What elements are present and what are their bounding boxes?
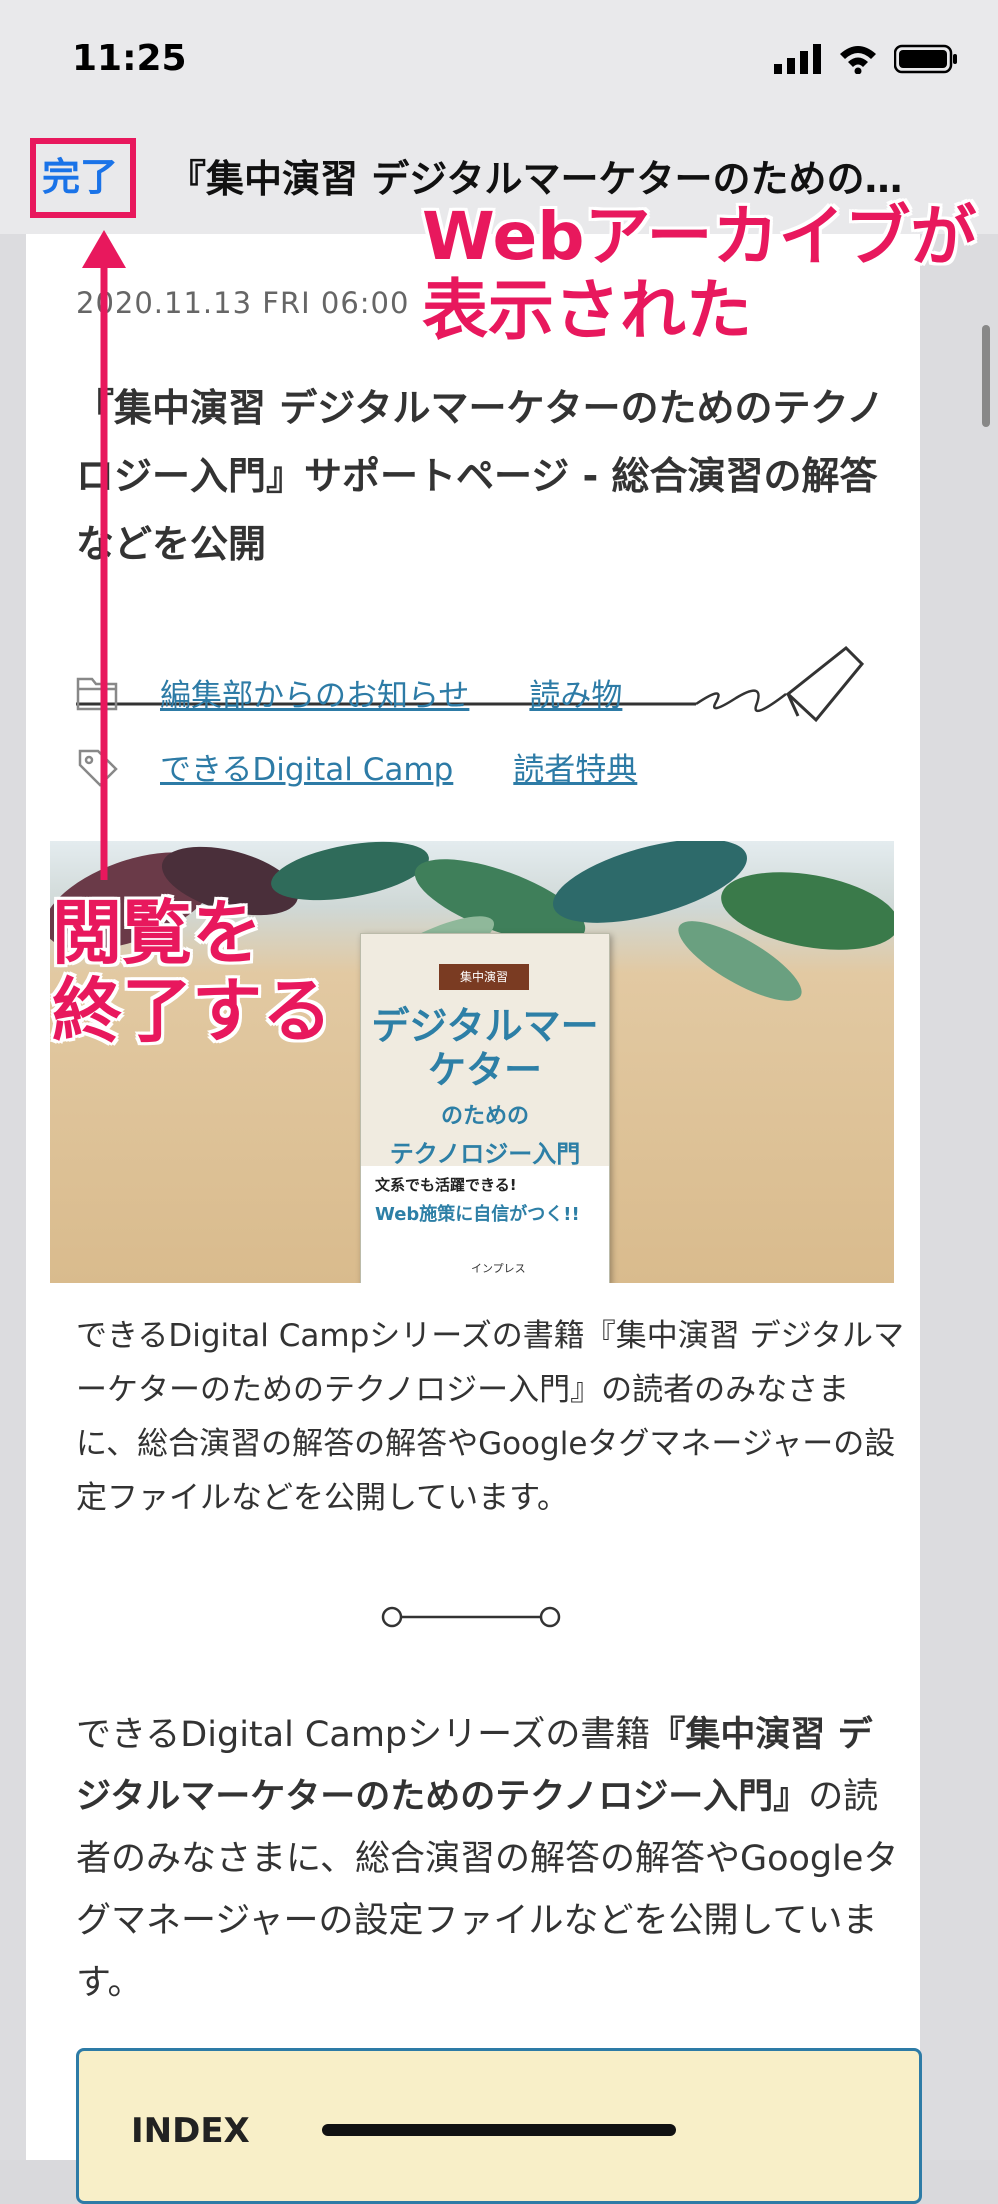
- annotation-highlight-box: [30, 138, 136, 218]
- category-link-news[interactable]: 編集部からのお知らせ: [160, 670, 469, 715]
- annotation-top-line-2: 表示された: [422, 271, 752, 349]
- book-subtitle: のための: [440, 1104, 529, 1129]
- annotation-text-top: Webアーカイブが 表示された: [422, 200, 977, 348]
- folder-icon: [76, 677, 118, 710]
- book-title: デジタルマーケター: [371, 1004, 599, 1092]
- tag-row: できるDigital Camp 読者特典: [76, 744, 697, 789]
- status-bar: 11:25: [0, 0, 998, 130]
- wifi-icon: [840, 46, 876, 74]
- annotation-left-line-1: 閲覧を: [52, 892, 262, 974]
- band-text-1: 文系でも活躍できる!: [375, 1176, 517, 1194]
- paragraph-2-intro: できるDigital Campシリーズの書籍: [76, 1715, 651, 1755]
- status-icons: [774, 44, 958, 74]
- signal-icon: [774, 44, 821, 74]
- article-headline: 『集中演習 デジタルマーケターのためのテクノロジー入門』サポートページ - 総合…: [76, 386, 885, 566]
- article-card: 2020.11.13 FRI 06:00 『集中演習 デジタルマーケターのための…: [26, 234, 922, 2204]
- section-separator: [381, 1606, 561, 1628]
- scrollbar[interactable]: [982, 325, 990, 427]
- home-indicator[interactable]: [322, 2124, 676, 2136]
- book-label: 集中演習: [439, 964, 529, 990]
- book-subtitle-2: テクノロジー入門: [389, 1140, 581, 1168]
- publisher-label: インプレス: [471, 1262, 526, 1275]
- status-time: 11:25: [72, 38, 187, 79]
- nav-title: 『集中演習 デジタルマーケターのための…: [168, 157, 903, 201]
- tag-link-reader-bonus[interactable]: 読者特典: [513, 744, 637, 789]
- category-link-reading[interactable]: 読み物: [529, 670, 622, 715]
- band-text-2: Web施策に自信がつく!!: [375, 1204, 580, 1225]
- battery-icon: [894, 44, 957, 74]
- book-cover: 集中演習 デジタルマーケター のための テクノロジー入門 文系でも活躍できる! …: [360, 933, 610, 1283]
- annotation-text-left: 閲覧を 終了する: [52, 894, 332, 1051]
- category-row: 編集部からのお知らせ 読み物: [76, 670, 682, 715]
- article-date: 2020.11.13 FRI 06:00: [76, 286, 410, 320]
- index-title: INDEX: [131, 2111, 250, 2151]
- book-band: 文系でも活躍できる! Web施策に自信がつく!! インプレス: [361, 1166, 609, 1283]
- annotation-left-line-2: 終了する: [52, 970, 332, 1053]
- tag-icon: [78, 749, 118, 787]
- annotation-top-line-1: Webアーカイブが: [422, 198, 977, 275]
- tag-link-digital-camp[interactable]: できるDigital Camp: [160, 744, 453, 789]
- article-paragraph-1: できるDigital Campシリーズの書籍『集中演習 デジタルマーケターのため…: [76, 1318, 904, 1516]
- article-paragraph-2: できるDigital Campシリーズの書籍『集中演習 デジタルマーケターのため…: [76, 1704, 906, 2014]
